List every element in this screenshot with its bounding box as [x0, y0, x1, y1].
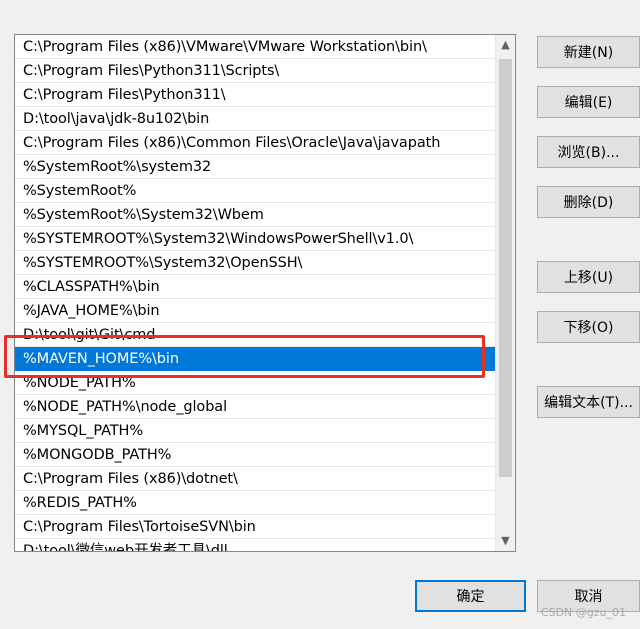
- list-item-selected[interactable]: %MAVEN_HOME%\bin: [15, 347, 495, 371]
- scrollbar-thumb[interactable]: [499, 59, 512, 477]
- ok-button[interactable]: 确定: [415, 580, 526, 612]
- list-item[interactable]: %SystemRoot%\System32\Wbem: [15, 203, 495, 227]
- list-item[interactable]: D:\tool\java\jdk-8u102\bin: [15, 107, 495, 131]
- list-item[interactable]: %SYSTEMROOT%\System32\OpenSSH\: [15, 251, 495, 275]
- list-item[interactable]: C:\Program Files (x86)\dotnet\: [15, 467, 495, 491]
- list-item[interactable]: %SystemRoot%: [15, 179, 495, 203]
- list-item[interactable]: C:\Program Files\Python311\Scripts\: [15, 59, 495, 83]
- list-item[interactable]: D:\tool\git\Git\cmd: [15, 323, 495, 347]
- scroll-up-arrow-icon[interactable]: ▲: [496, 35, 515, 55]
- browse-button[interactable]: 浏览(B)...: [537, 136, 640, 168]
- list-item[interactable]: C:\Program Files\Python311\: [15, 83, 495, 107]
- edit-text-button[interactable]: 编辑文本(T)...: [537, 386, 640, 418]
- path-list-rows: C:\Program Files (x86)\VMware\VMware Wor…: [15, 35, 495, 551]
- list-item[interactable]: %MYSQL_PATH%: [15, 419, 495, 443]
- move-down-button[interactable]: 下移(O): [537, 311, 640, 343]
- move-up-button[interactable]: 上移(U): [537, 261, 640, 293]
- list-item[interactable]: %MONGODB_PATH%: [15, 443, 495, 467]
- scroll-down-arrow-icon[interactable]: ▼: [496, 531, 515, 551]
- edit-button[interactable]: 编辑(E): [537, 86, 640, 118]
- list-item[interactable]: C:\Program Files\TortoiseSVN\bin: [15, 515, 495, 539]
- list-item[interactable]: C:\Program Files (x86)\Common Files\Orac…: [15, 131, 495, 155]
- path-list[interactable]: C:\Program Files (x86)\VMware\VMware Wor…: [14, 34, 516, 552]
- list-item[interactable]: %SystemRoot%\system32: [15, 155, 495, 179]
- list-item[interactable]: %SYSTEMROOT%\System32\WindowsPowerShell\…: [15, 227, 495, 251]
- delete-button[interactable]: 删除(D): [537, 186, 640, 218]
- list-item[interactable]: %NODE_PATH%: [15, 371, 495, 395]
- list-item[interactable]: %NODE_PATH%\node_global: [15, 395, 495, 419]
- watermark: CSDN @gzu_01: [540, 606, 626, 619]
- list-item[interactable]: D:\tool\微信web开发者工具\dll: [15, 539, 495, 551]
- new-button[interactable]: 新建(N): [537, 36, 640, 68]
- list-item[interactable]: C:\Program Files (x86)\VMware\VMware Wor…: [15, 35, 495, 59]
- list-item[interactable]: %CLASSPATH%\bin: [15, 275, 495, 299]
- vertical-scrollbar[interactable]: ▲ ▼: [495, 35, 515, 551]
- list-item[interactable]: %JAVA_HOME%\bin: [15, 299, 495, 323]
- list-item[interactable]: %REDIS_PATH%: [15, 491, 495, 515]
